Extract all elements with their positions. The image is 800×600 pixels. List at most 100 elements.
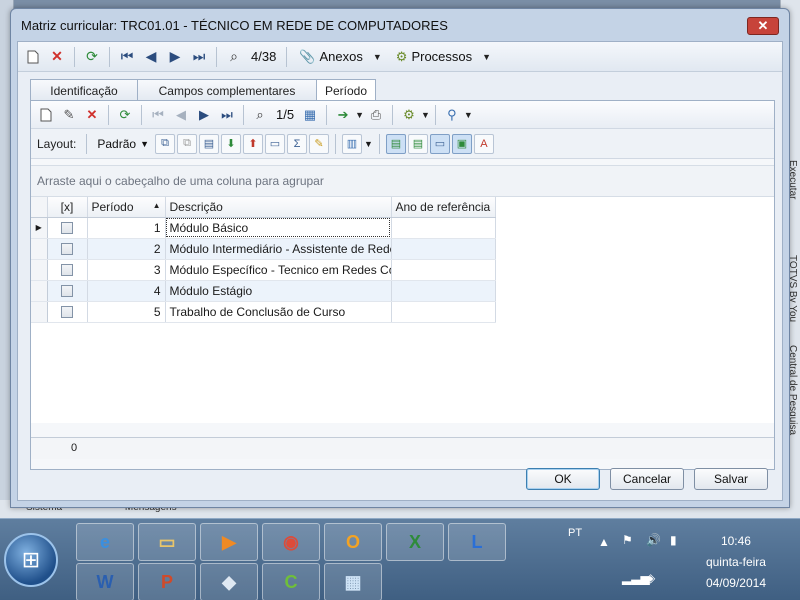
print-icon[interactable]: ⎙ bbox=[365, 104, 387, 126]
table-row[interactable]: 2 Módulo Intermediário - Assistente de R… bbox=[31, 238, 496, 260]
summary-icon[interactable]: ▭ bbox=[265, 133, 285, 154]
app-icon[interactable]: ◆ bbox=[200, 563, 258, 600]
language-indicator[interactable]: PT bbox=[568, 527, 582, 539]
processos-menu[interactable]: ⚙ Processos ▼ bbox=[390, 49, 497, 65]
copy-layout-icon[interactable]: ⧉ bbox=[155, 133, 175, 154]
highlight-icon[interactable]: ✎ bbox=[309, 133, 329, 154]
chart-icon[interactable]: ▥ bbox=[342, 133, 362, 154]
cell-periodo[interactable]: 5 bbox=[87, 301, 166, 323]
group-by-area[interactable]: Arraste aqui o cabeçalho de uma coluna p… bbox=[31, 165, 774, 197]
export-layout-icon[interactable]: ⬆ bbox=[243, 133, 263, 154]
row-checkbox[interactable] bbox=[61, 306, 73, 319]
cell-descricao[interactable]: Módulo Específico - Tecnico em Redes Com… bbox=[165, 259, 392, 281]
tab-periodo[interactable]: Período bbox=[316, 79, 376, 102]
folder-icon[interactable]: ▭ bbox=[138, 523, 196, 561]
previous-record-icon[interactable]: ◀ bbox=[140, 46, 162, 68]
chevron-down-icon[interactable]: ▼ bbox=[364, 139, 373, 149]
grid-layout-icon[interactable]: ▤ bbox=[199, 133, 219, 154]
chrome-icon[interactable]: ◉ bbox=[262, 523, 320, 561]
start-button[interactable]: ⊞ bbox=[4, 533, 58, 587]
title-bar[interactable]: Matriz curricular: TRC01.01 - TÉCNICO EM… bbox=[11, 9, 789, 41]
row-checkbox[interactable] bbox=[61, 243, 73, 256]
layout-padrao-dropdown[interactable]: Padrão ▼ bbox=[93, 137, 153, 151]
filter-icon[interactable]: ⚲ bbox=[441, 104, 463, 126]
font-icon[interactable]: A bbox=[473, 133, 494, 154]
cell-descricao[interactable]: Módulo Estágio bbox=[165, 280, 392, 302]
chevron-down-icon[interactable]: ▼ bbox=[464, 110, 473, 120]
show-hidden-icons-icon[interactable]: ▲ bbox=[598, 535, 610, 549]
binoculars-icon[interactable]: ⌕ bbox=[223, 46, 245, 68]
cell-descricao[interactable]: Trabalho de Conclusão de Curso bbox=[165, 301, 392, 323]
cell-descricao[interactable]: Módulo Básico bbox=[165, 217, 392, 239]
edit-icon[interactable]: ✎ bbox=[58, 104, 80, 126]
refresh-icon[interactable]: ⟳ bbox=[114, 104, 136, 126]
delete-icon[interactable]: ✕ bbox=[81, 104, 103, 126]
column-header-ano-referencia[interactable]: Ano de referência bbox=[391, 197, 496, 218]
network-flag-icon[interactable]: ⚑ bbox=[622, 533, 633, 547]
close-button[interactable]: ✕ bbox=[747, 17, 779, 35]
previous-record-icon[interactable]: ◀ bbox=[170, 104, 192, 126]
cell-periodo[interactable]: 3 bbox=[87, 259, 166, 281]
next-record-icon[interactable]: ▶ bbox=[164, 46, 186, 68]
cell-periodo[interactable]: 2 bbox=[87, 238, 166, 260]
tab-campos-complementares[interactable]: Campos complementares bbox=[137, 79, 317, 101]
first-record-icon[interactable]: ⏮ bbox=[147, 104, 169, 126]
save-button[interactable]: Salvar bbox=[694, 468, 768, 490]
anexos-menu[interactable]: 📎 Anexos ▼ bbox=[293, 49, 387, 65]
powerpoint-icon[interactable]: P bbox=[138, 563, 196, 600]
table-row[interactable]: 3 Módulo Específico - Tecnico em Redes C… bbox=[31, 259, 496, 281]
media-player-icon[interactable]: ▶ bbox=[200, 523, 258, 561]
clock[interactable]: 10:46 quinta-feira 04/09/2014 bbox=[706, 531, 766, 594]
new-record-icon[interactable] bbox=[35, 104, 57, 126]
import-layout-icon[interactable]: ⬇ bbox=[221, 133, 241, 154]
dropbox-icon[interactable]: ◈ bbox=[646, 571, 655, 585]
delete-layout-icon[interactable]: ⧉ bbox=[177, 133, 197, 154]
binoculars-icon[interactable]: ⌕ bbox=[249, 104, 271, 126]
word-icon[interactable]: W bbox=[76, 563, 134, 600]
last-record-icon[interactable]: ⏭ bbox=[188, 46, 210, 68]
sigma-icon[interactable]: Σ bbox=[287, 133, 307, 154]
row-checkbox[interactable] bbox=[61, 264, 73, 277]
excel-icon[interactable]: X bbox=[386, 523, 444, 561]
cell-descricao[interactable]: Módulo Intermediário - Assistente de Red… bbox=[165, 238, 392, 260]
tab-identificacao[interactable]: Identificação bbox=[30, 79, 138, 101]
filter-row-icon[interactable]: ▭ bbox=[429, 133, 450, 154]
cancel-button[interactable]: Cancelar bbox=[610, 468, 684, 490]
internet-explorer-icon[interactable]: e bbox=[76, 523, 134, 561]
outlook-icon[interactable]: O bbox=[324, 523, 382, 561]
refresh-icon[interactable]: ⟳ bbox=[81, 46, 103, 68]
volume-icon[interactable]: 🔊 bbox=[646, 533, 661, 547]
group-panel-icon[interactable]: ▤ bbox=[407, 133, 428, 154]
totvs-icon[interactable]: ▦ bbox=[324, 563, 382, 600]
table-row[interactable]: ▶ 1 Módulo Básico bbox=[31, 217, 496, 239]
ok-button[interactable]: OK bbox=[526, 468, 600, 490]
calendar-icon[interactable]: ▦ bbox=[299, 104, 321, 126]
gears-icon[interactable]: ⚙ bbox=[398, 104, 420, 126]
cell-ano-referencia[interactable] bbox=[391, 280, 496, 302]
cell-periodo[interactable]: 4 bbox=[87, 280, 166, 302]
next-record-icon[interactable]: ▶ bbox=[193, 104, 215, 126]
row-checkbox[interactable] bbox=[61, 285, 73, 298]
first-record-icon[interactable]: ⏮ bbox=[116, 46, 138, 68]
cell-ano-referencia[interactable] bbox=[391, 217, 496, 239]
row-checkbox[interactable] bbox=[61, 222, 73, 235]
last-record-icon[interactable]: ⏭ bbox=[216, 104, 238, 126]
chevron-down-icon[interactable]: ▼ bbox=[421, 110, 430, 120]
chevron-down-icon[interactable]: ▼ bbox=[355, 110, 364, 120]
table-row[interactable]: 4 Módulo Estágio bbox=[31, 280, 496, 302]
view-icon[interactable]: ▤ bbox=[385, 133, 406, 154]
column-header-periodo[interactable]: Período ▲ bbox=[87, 197, 166, 218]
camtasia-icon[interactable]: C bbox=[262, 563, 320, 600]
table-row[interactable]: 5 Trabalho de Conclusão de Curso bbox=[31, 301, 496, 323]
battery-icon[interactable]: ▮ bbox=[670, 533, 677, 547]
cell-periodo[interactable]: 1 bbox=[87, 217, 166, 239]
cell-ano-referencia[interactable] bbox=[391, 301, 496, 323]
lync-icon[interactable]: L bbox=[448, 523, 506, 561]
delete-icon[interactable]: ✕ bbox=[46, 46, 68, 68]
cell-ano-referencia[interactable] bbox=[391, 259, 496, 281]
footer-icon[interactable]: ▣ bbox=[451, 133, 472, 154]
column-header-select[interactable]: [x] bbox=[47, 197, 88, 218]
new-record-icon[interactable] bbox=[22, 46, 44, 68]
column-header-descricao[interactable]: Descrição bbox=[165, 197, 392, 218]
cell-ano-referencia[interactable] bbox=[391, 238, 496, 260]
